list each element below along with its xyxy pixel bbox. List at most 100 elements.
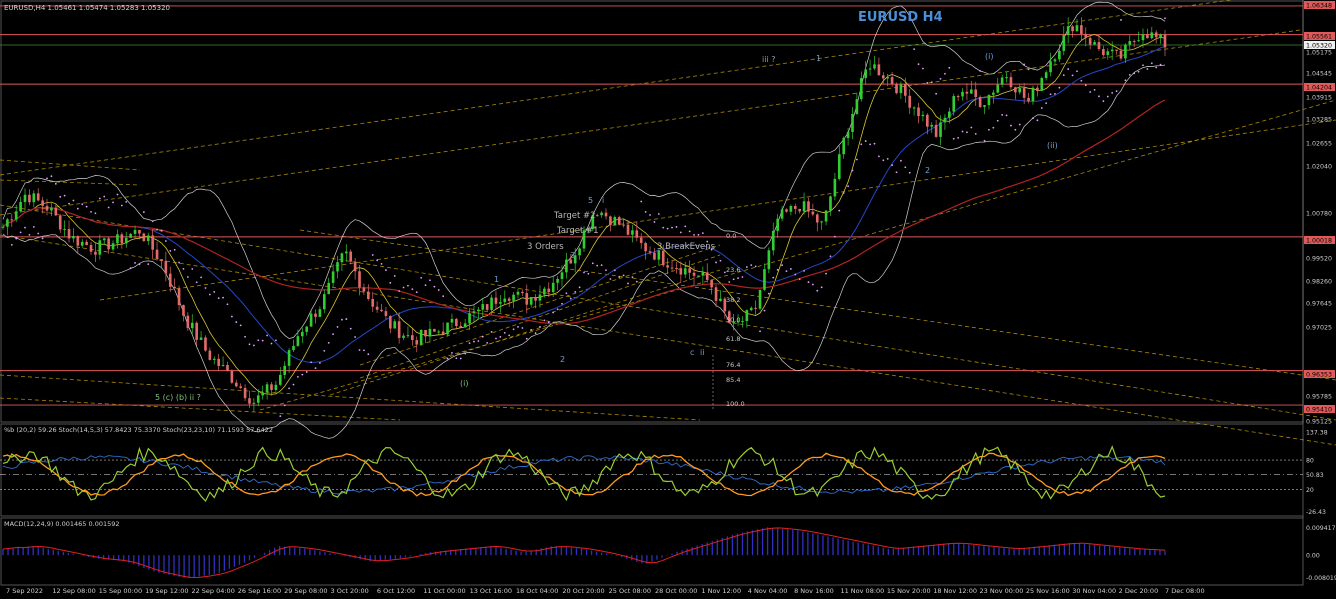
sar-dot	[200, 276, 202, 279]
candle-body	[609, 216, 612, 226]
sar-dot	[719, 259, 722, 262]
candle-body	[613, 217, 617, 226]
sar-dot	[794, 273, 797, 276]
candle-body	[327, 282, 331, 295]
sar-dot	[644, 210, 647, 213]
sar-dot	[1115, 90, 1118, 93]
candle-body	[824, 210, 828, 222]
candle-body	[481, 304, 485, 310]
sar-dot	[204, 287, 207, 289]
sar-dot	[319, 362, 321, 364]
sar-dot	[28, 233, 31, 236]
sar-dot	[798, 278, 801, 281]
sar-dot	[1045, 102, 1048, 105]
candle-body	[441, 331, 445, 335]
sar-dot	[134, 262, 136, 264]
candle-body	[300, 331, 304, 337]
candle-body	[58, 215, 62, 230]
candle-body	[600, 212, 603, 216]
sar-dot	[323, 349, 326, 352]
candle-body	[1018, 88, 1022, 93]
sar-dot	[1102, 100, 1105, 103]
candle-body	[1071, 26, 1074, 32]
candle-body	[142, 233, 146, 242]
sar-dot	[248, 343, 251, 346]
candle-body	[1044, 72, 1048, 79]
candle-body	[996, 84, 1000, 93]
sar-dot	[10, 243, 13, 246]
sar-dot	[631, 276, 634, 279]
candle-body	[635, 230, 639, 238]
candle-body	[758, 289, 762, 309]
sar-dot	[380, 262, 383, 265]
symbol-header: EURUSD,H4 1.05461 1.05474 1.05283 1.0532…	[4, 4, 170, 12]
price-tick-5: 1.04204	[1306, 85, 1332, 92]
wave-label-3: 2	[925, 166, 930, 175]
sar-dot	[499, 335, 502, 338]
fib-label-1: 23.6	[726, 266, 740, 274]
price-tick-15: 0.97025	[1306, 325, 1332, 332]
candle-body	[956, 96, 960, 98]
candle-body	[873, 64, 876, 69]
sar-dot	[561, 302, 563, 305]
sar-dot	[481, 335, 484, 338]
candle-body	[688, 268, 691, 273]
fib-label-3: 50.0	[726, 316, 740, 324]
sar-dot	[24, 226, 26, 229]
candle-body	[160, 259, 163, 261]
time-label-10: 13 Oct 16:00	[470, 587, 512, 595]
sar-dot	[517, 325, 519, 328]
sar-dot	[292, 383, 295, 386]
sar-dot	[596, 264, 599, 267]
candle-body	[864, 69, 868, 79]
sar-dot	[675, 226, 678, 228]
candle-body	[763, 269, 766, 290]
candle-body	[846, 131, 850, 139]
sar-dot	[270, 342, 273, 345]
sar-dot	[129, 267, 132, 270]
candle-body	[556, 278, 559, 283]
sar-dot	[393, 275, 396, 277]
candle-body	[547, 288, 551, 293]
sar-dot	[19, 231, 22, 234]
price-tick-3: 1.05175	[1306, 50, 1332, 57]
sar-dot	[900, 159, 902, 162]
sar-dot	[173, 248, 176, 251]
sar-dot	[869, 143, 871, 146]
candle-body	[1106, 51, 1110, 55]
candle-body	[411, 335, 414, 341]
time-label-1: 12 Sep 08:00	[52, 587, 95, 595]
wave-label-10: c	[690, 348, 694, 357]
candle-body	[1093, 42, 1096, 45]
chart-canvas[interactable]: iii ? 1 (i) 2 (ii) 5 i 3 1 2 c ii (i) 5 (c) (b) ii ? T…	[0, 0, 1336, 599]
candle-body	[622, 224, 625, 226]
sar-dot	[327, 341, 330, 344]
sar-dot	[1146, 68, 1149, 70]
candle-body	[560, 272, 564, 279]
sar-dot	[512, 328, 515, 331]
price-tick-17: 0.95785	[1306, 394, 1332, 401]
candle-body	[19, 202, 22, 212]
time-label-8: 6 Oct 12:00	[377, 587, 415, 595]
sar-dot	[94, 212, 97, 215]
sar-dot	[521, 327, 524, 329]
candle-body	[402, 335, 405, 338]
sar-dot	[988, 128, 990, 131]
sar-dot	[464, 352, 467, 355]
sar-dot	[186, 276, 189, 278]
candle-body	[322, 294, 326, 310]
candle-body	[490, 297, 493, 310]
candle-body	[472, 311, 476, 314]
time-label-0: 7 Sep 2022	[6, 587, 43, 595]
sar-dot	[1142, 64, 1144, 67]
sar-dot	[363, 349, 365, 352]
sar-dot	[490, 330, 493, 333]
candle-body	[278, 374, 282, 385]
candle-body	[283, 365, 287, 375]
sar-dot	[90, 210, 92, 213]
stoch-header: %b (20,2) 59.26 Stoch(14,5,3) 57.8423 75…	[4, 426, 273, 434]
sar-dot	[1027, 68, 1030, 71]
sar-dot	[754, 265, 757, 268]
sar-dot	[125, 201, 128, 203]
time-label-21: 23 Nov 00:00	[980, 587, 1024, 595]
